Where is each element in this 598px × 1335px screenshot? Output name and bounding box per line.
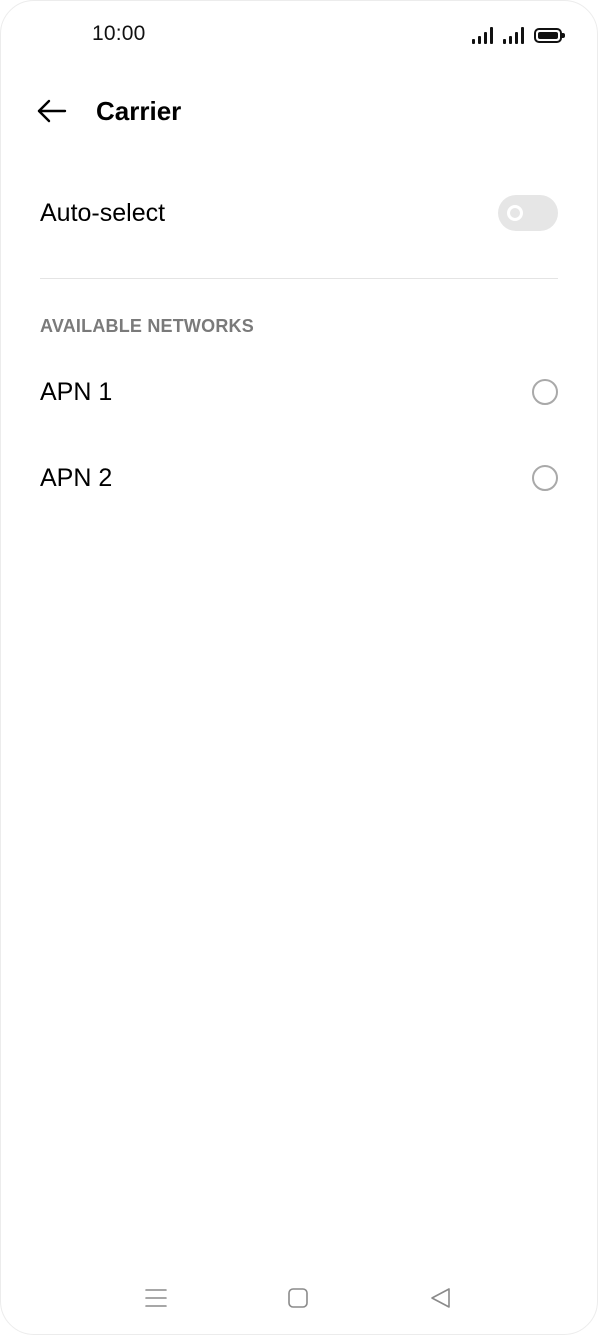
navigation-bar xyxy=(0,1268,598,1328)
auto-select-toggle[interactable] xyxy=(498,195,558,231)
network-item-label: APN 2 xyxy=(40,463,113,492)
home-button[interactable] xyxy=(278,1280,318,1316)
auto-select-row[interactable]: Auto-select xyxy=(40,182,558,244)
radio-button[interactable] xyxy=(532,379,558,405)
back-button[interactable] xyxy=(28,90,76,132)
page-title: Carrier xyxy=(96,96,182,126)
section-header-available-networks: AVAILABLE NETWORKS xyxy=(40,316,254,336)
status-time: 10:00 xyxy=(92,22,146,45)
auto-select-label: Auto-select xyxy=(40,198,166,227)
divider xyxy=(40,278,558,279)
signal-icon xyxy=(472,26,493,44)
app-bar: Carrier xyxy=(0,80,598,142)
signal-icon xyxy=(503,26,524,44)
back-icon xyxy=(431,1288,450,1308)
battery-icon xyxy=(534,28,565,43)
radio-button[interactable] xyxy=(532,465,558,491)
toggle-knob xyxy=(507,205,523,221)
network-item-label: APN 1 xyxy=(40,377,113,406)
arrow-left-icon xyxy=(37,99,67,123)
status-icons xyxy=(472,24,565,44)
network-item-apn-1[interactable]: APN 1 xyxy=(40,361,558,423)
menu-button[interactable] xyxy=(136,1280,176,1316)
system-back-button[interactable] xyxy=(421,1280,461,1316)
menu-icon xyxy=(145,1289,167,1307)
status-bar: 10:00 xyxy=(0,0,598,66)
network-item-apn-2[interactable]: APN 2 xyxy=(40,447,558,509)
home-icon xyxy=(288,1288,308,1308)
